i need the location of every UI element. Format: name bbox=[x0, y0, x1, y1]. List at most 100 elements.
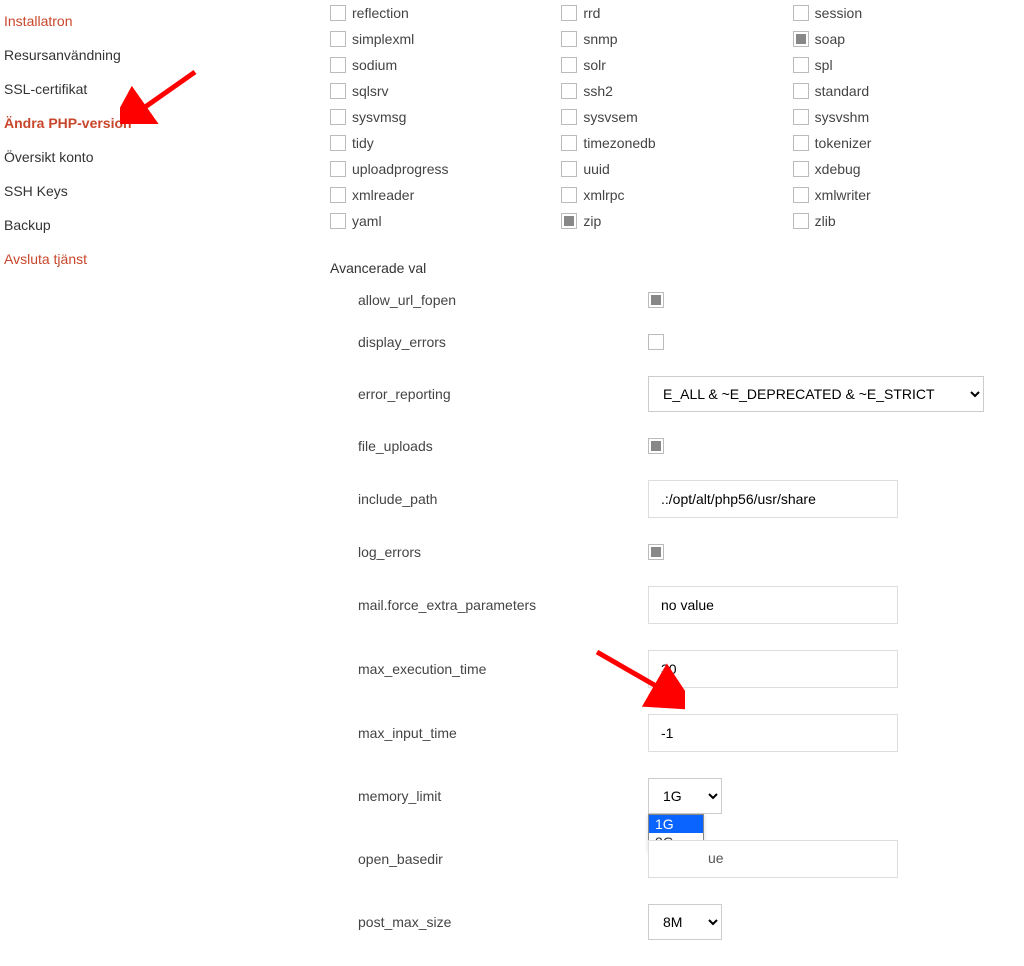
extension-checkbox[interactable] bbox=[330, 83, 346, 99]
adv-checkbox[interactable] bbox=[648, 438, 664, 454]
extension-solr[interactable]: solr bbox=[561, 52, 792, 78]
extension-checkbox[interactable] bbox=[793, 135, 809, 151]
extension-snmp[interactable]: snmp bbox=[561, 26, 792, 52]
adv-row-max-execution-time: max_execution_time bbox=[330, 650, 1024, 688]
extension-label: uuid bbox=[583, 158, 609, 180]
extension-checkbox[interactable] bbox=[793, 5, 809, 21]
adv-row-memory-limit: memory_limit1G1G2G bbox=[330, 778, 1024, 814]
extension-checkbox[interactable] bbox=[330, 135, 346, 151]
extension-checkbox[interactable] bbox=[561, 213, 577, 229]
extension-spl[interactable]: spl bbox=[793, 52, 1024, 78]
sidebar-item-installatron[interactable]: Installatron bbox=[4, 4, 204, 38]
extension-checkbox[interactable] bbox=[793, 187, 809, 203]
sidebar-item-terminate[interactable]: Avsluta tjänst bbox=[4, 242, 204, 276]
extension-yaml[interactable]: yaml bbox=[330, 208, 561, 234]
adv-label: error_reporting bbox=[358, 386, 648, 402]
extension-checkbox[interactable] bbox=[330, 187, 346, 203]
extension-sysvsem[interactable]: sysvsem bbox=[561, 104, 792, 130]
adv-label: display_errors bbox=[358, 334, 648, 350]
extension-checkbox[interactable] bbox=[561, 187, 577, 203]
extension-label: reflection bbox=[352, 2, 409, 24]
adv-input[interactable] bbox=[648, 840, 898, 878]
adv-row-file-uploads: file_uploads bbox=[330, 438, 1024, 454]
extension-checkbox[interactable] bbox=[561, 83, 577, 99]
extension-checkbox[interactable] bbox=[793, 31, 809, 47]
extension-label: yaml bbox=[352, 210, 382, 232]
sidebar-item-resurs[interactable]: Resursanvändning bbox=[4, 38, 204, 72]
adv-select[interactable]: 1G bbox=[648, 778, 722, 814]
extension-label: timezonedb bbox=[583, 132, 655, 154]
adv-label: include_path bbox=[358, 491, 648, 507]
extension-xmlwriter[interactable]: xmlwriter bbox=[793, 182, 1024, 208]
extension-checkbox[interactable] bbox=[561, 161, 577, 177]
extension-label: xmlrpc bbox=[583, 184, 624, 206]
extension-checkbox[interactable] bbox=[561, 109, 577, 125]
adv-input[interactable] bbox=[648, 480, 898, 518]
adv-label: max_input_time bbox=[358, 725, 648, 741]
extension-checkbox[interactable] bbox=[330, 161, 346, 177]
extension-checkbox[interactable] bbox=[793, 213, 809, 229]
extension-label: sysvshm bbox=[815, 106, 869, 128]
advanced-options: allow_url_fopendisplay_errorserror_repor… bbox=[330, 292, 1024, 940]
extension-sysvshm[interactable]: sysvshm bbox=[793, 104, 1024, 130]
sidebar-item-ssh-keys[interactable]: SSH Keys bbox=[4, 174, 204, 208]
extension-checkbox[interactable] bbox=[793, 57, 809, 73]
extension-checkbox[interactable] bbox=[330, 109, 346, 125]
extension-checkbox[interactable] bbox=[330, 213, 346, 229]
sidebar-item-php-version[interactable]: Ändra PHP-version bbox=[4, 106, 204, 140]
adv-row-error-reporting: error_reportingE_ALL & ~E_DEPRECATED & ~… bbox=[330, 376, 1024, 412]
extension-uploadprogress[interactable]: uploadprogress bbox=[330, 156, 561, 182]
extension-xmlreader[interactable]: xmlreader bbox=[330, 182, 561, 208]
adv-checkbox[interactable] bbox=[648, 292, 664, 308]
extension-checkbox[interactable] bbox=[561, 31, 577, 47]
extension-checkbox[interactable] bbox=[561, 5, 577, 21]
adv-input[interactable] bbox=[648, 650, 898, 688]
extension-rrd[interactable]: rrd bbox=[561, 0, 792, 26]
dropdown-option[interactable]: 1G bbox=[649, 815, 703, 833]
extension-zip[interactable]: zip bbox=[561, 208, 792, 234]
adv-select[interactable]: 8M bbox=[648, 904, 722, 940]
extension-soap[interactable]: soap bbox=[793, 26, 1024, 52]
extension-ssh2[interactable]: ssh2 bbox=[561, 78, 792, 104]
adv-label: log_errors bbox=[358, 544, 648, 560]
adv-input[interactable] bbox=[648, 714, 898, 752]
extension-checkbox[interactable] bbox=[330, 31, 346, 47]
adv-select[interactable]: E_ALL & ~E_DEPRECATED & ~E_STRICT bbox=[648, 376, 984, 412]
extension-checkbox[interactable] bbox=[793, 83, 809, 99]
adv-checkbox[interactable] bbox=[648, 334, 664, 350]
sidebar-item-ssl[interactable]: SSL-certifikat bbox=[4, 72, 204, 106]
extension-timezonedb[interactable]: timezonedb bbox=[561, 130, 792, 156]
extension-label: snmp bbox=[583, 28, 617, 50]
adv-checkbox[interactable] bbox=[648, 544, 664, 560]
extension-sodium[interactable]: sodium bbox=[330, 52, 561, 78]
extension-tokenizer[interactable]: tokenizer bbox=[793, 130, 1024, 156]
extension-uuid[interactable]: uuid bbox=[561, 156, 792, 182]
extension-standard[interactable]: standard bbox=[793, 78, 1024, 104]
adv-row-post-max-size: post_max_size8M bbox=[330, 904, 1024, 940]
extension-simplexml[interactable]: simplexml bbox=[330, 26, 561, 52]
sidebar-item-backup[interactable]: Backup bbox=[4, 208, 204, 242]
extension-checkbox[interactable] bbox=[561, 57, 577, 73]
extension-reflection[interactable]: reflection bbox=[330, 0, 561, 26]
sidebar-item-overview[interactable]: Översikt konto bbox=[4, 140, 204, 174]
adv-input[interactable] bbox=[648, 586, 898, 624]
adv-label: file_uploads bbox=[358, 438, 648, 454]
extension-checkbox[interactable] bbox=[330, 5, 346, 21]
extension-sysvmsg[interactable]: sysvmsg bbox=[330, 104, 561, 130]
extension-tidy[interactable]: tidy bbox=[330, 130, 561, 156]
extension-checkbox[interactable] bbox=[561, 135, 577, 151]
extension-sqlsrv[interactable]: sqlsrv bbox=[330, 78, 561, 104]
extension-label: sysvsem bbox=[583, 106, 637, 128]
extension-xdebug[interactable]: xdebug bbox=[793, 156, 1024, 182]
extension-checkbox[interactable] bbox=[330, 57, 346, 73]
extension-zlib[interactable]: zlib bbox=[793, 208, 1024, 234]
advanced-heading: Avancerade val bbox=[330, 260, 1024, 276]
extension-checkbox[interactable] bbox=[793, 161, 809, 177]
extension-label: xmlreader bbox=[352, 184, 414, 206]
extension-label: solr bbox=[583, 54, 606, 76]
extension-label: zip bbox=[583, 210, 601, 232]
extension-label: rrd bbox=[583, 2, 600, 24]
extension-checkbox[interactable] bbox=[793, 109, 809, 125]
extension-xmlrpc[interactable]: xmlrpc bbox=[561, 182, 792, 208]
extension-session[interactable]: session bbox=[793, 0, 1024, 26]
